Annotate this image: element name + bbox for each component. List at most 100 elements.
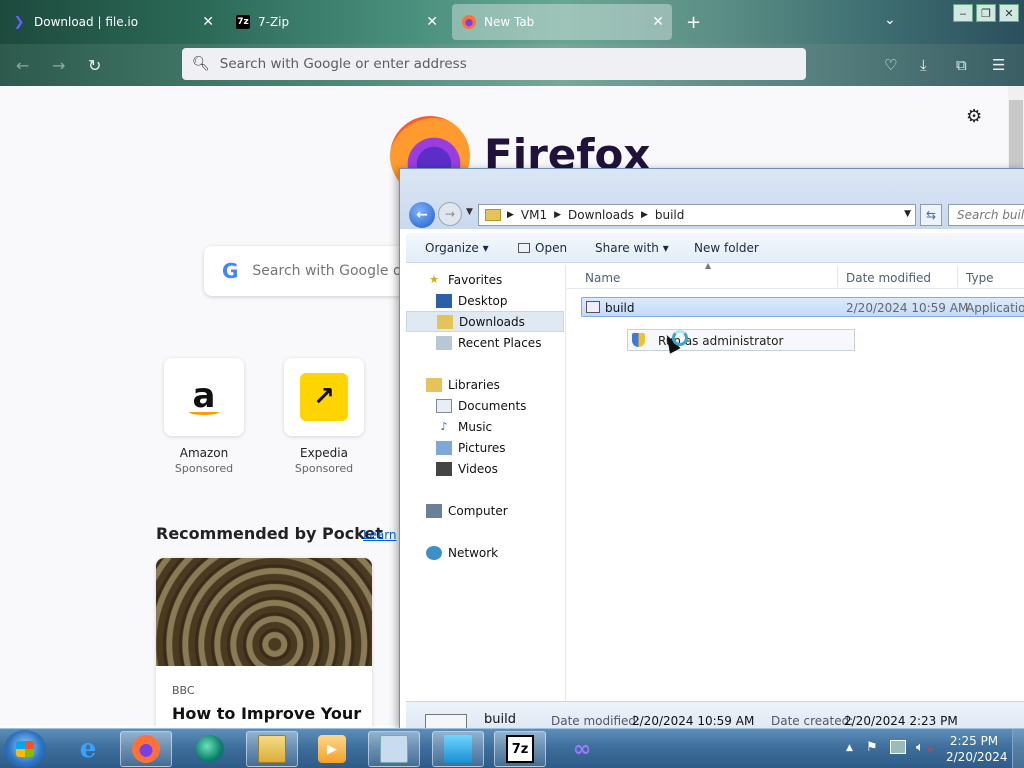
nav-label: Network — [448, 545, 499, 560]
nav-network[interactable]: Network — [406, 542, 564, 563]
hamburger-menu-icon[interactable]: ☰ — [992, 56, 1005, 74]
nav-computer[interactable]: Computer — [406, 500, 564, 521]
control-panel-icon — [380, 735, 408, 763]
firefox-icon — [132, 735, 160, 763]
breadcrumb-downloads[interactable]: Downloads — [568, 208, 634, 222]
nav-pictures[interactable]: Pictures — [406, 437, 564, 458]
show-desktop-button[interactable] — [1012, 729, 1024, 768]
shortcut-tile-amazon[interactable]: a Amazon Sponsored — [164, 358, 244, 475]
page-scrollbar-thumb[interactable] — [1009, 100, 1023, 170]
nav-documents[interactable]: Documents — [406, 395, 564, 416]
nav-videos[interactable]: Videos — [406, 458, 564, 479]
refresh-icon[interactable]: ⇆ — [920, 204, 942, 226]
breadcrumb-separator-icon[interactable]: ▶ — [554, 210, 561, 220]
details-pane: build Date modified: 2/20/2024 10:59 AM … — [406, 701, 1024, 730]
downloads-icon[interactable]: ⤓ — [920, 56, 927, 74]
taskbar-visual-studio[interactable]: ∞ — [556, 731, 608, 767]
7zip-icon: 7z — [236, 15, 250, 29]
nav-music[interactable]: ♪ Music — [406, 416, 564, 437]
story-thumbnail — [156, 558, 372, 666]
nav-label: Favorites — [448, 272, 503, 287]
column-type[interactable]: Type — [966, 271, 994, 285]
pocket-story-card[interactable]: BBC How to Improve Your — [156, 558, 372, 726]
details-created-value: 2/20/2024 2:23 PM — [844, 714, 958, 728]
taskbar-file-explorer[interactable] — [246, 731, 298, 767]
column-separator[interactable] — [837, 267, 838, 287]
address-dropdown-icon[interactable]: ▼ — [904, 209, 911, 219]
nav-desktop[interactable]: Desktop — [406, 290, 564, 311]
tab-file-io[interactable]: ❯ Download | file.io ✕ — [2, 4, 222, 40]
action-center-flag-icon[interactable]: ⚑ — [866, 740, 878, 755]
tab-7zip[interactable]: 7z 7-Zip ✕ — [226, 4, 446, 40]
tile-sponsored-label: Sponsored — [174, 462, 234, 475]
tab-new-tab[interactable]: New Tab ✕ — [452, 4, 672, 40]
organize-label: Organize — [425, 241, 479, 255]
window-close-button[interactable]: ✕ — [999, 4, 1019, 22]
breadcrumb-separator-icon[interactable]: ▶ — [641, 210, 648, 220]
address-bar[interactable]: ▶ VM1 ▶ Downloads ▶ build ▼ — [478, 204, 916, 226]
extensions-icon[interactable]: ⧉ — [956, 56, 967, 74]
edge-icon — [196, 735, 224, 763]
window-restore-button[interactable]: ❐ — [976, 4, 996, 22]
column-date-modified[interactable]: Date modified — [846, 271, 931, 285]
details-modified-value: 2/20/2024 10:59 AM — [632, 714, 755, 728]
start-button[interactable] — [4, 730, 46, 768]
recent-pages-chevron-icon[interactable]: ▼ — [466, 207, 473, 217]
forward-arrow-icon[interactable]: → — [438, 202, 462, 226]
list-all-tabs-chevron-icon[interactable]: ⌄ — [884, 12, 896, 28]
nav-label: Libraries — [448, 377, 500, 392]
pocket-icon[interactable]: ♡ — [884, 56, 897, 74]
reload-icon[interactable]: ↻ — [88, 56, 101, 75]
pocket-learn-more-link[interactable]: Learn — [363, 528, 397, 542]
7zip-icon: 7z — [506, 735, 534, 763]
recent-places-icon — [436, 335, 452, 350]
close-tab-icon[interactable]: ✕ — [426, 14, 438, 30]
new-tab-plus-icon[interactable]: + — [686, 12, 701, 33]
windows-taskbar: e ▶ 7z ∞ ▲ ⚑ 🔈︎ ✕ 2:25 PM 2/20/2024 — [0, 728, 1024, 768]
back-arrow-icon[interactable]: ← — [16, 56, 29, 75]
taskbar-window[interactable] — [432, 731, 484, 767]
google-icon: G — [222, 259, 239, 283]
taskbar-control-panel[interactable] — [368, 731, 420, 767]
close-tab-icon[interactable]: ✕ — [652, 14, 664, 30]
window-minimize-button[interactable]: ‒ — [953, 4, 973, 22]
show-hidden-icons-icon[interactable]: ▲ — [846, 743, 853, 753]
nav-favorites[interactable]: ★ Favorites — [406, 269, 564, 290]
nav-recent-places[interactable]: Recent Places — [406, 332, 564, 353]
firefox-icon — [462, 15, 476, 29]
nav-downloads[interactable]: Downloads — [406, 311, 564, 332]
taskbar-edge[interactable] — [184, 731, 236, 767]
url-bar-placeholder: Search with Google or enter address — [219, 56, 467, 72]
organize-button[interactable]: Organize ▾ — [425, 241, 489, 255]
open-button[interactable]: Open — [518, 241, 567, 255]
forward-arrow-icon[interactable]: → — [52, 56, 65, 75]
clock-date: 2/20/2024 — [946, 750, 1008, 764]
breadcrumb-separator-icon[interactable]: ▶ — [507, 210, 514, 220]
file-row[interactable]: build 2/20/2024 10:59 AM Application — [581, 297, 1024, 317]
network-tray-icon[interactable] — [890, 740, 906, 754]
nav-label: Recent Places — [458, 335, 542, 350]
volume-icon[interactable]: 🔈︎ — [916, 740, 924, 755]
muted-x-icon: ✕ — [926, 745, 935, 756]
visual-studio-icon: ∞ — [572, 736, 592, 762]
taskbar-media-player[interactable]: ▶ — [306, 731, 358, 767]
nav-libraries[interactable]: Libraries — [406, 374, 564, 395]
url-bar[interactable]: 🔍︎ Search with Google or enter address — [182, 48, 806, 80]
column-separator[interactable] — [957, 267, 958, 287]
taskbar-firefox[interactable] — [120, 731, 172, 767]
share-with-button[interactable]: Share with ▾ — [595, 241, 669, 255]
back-arrow-icon[interactable]: ← — [409, 202, 435, 228]
explorer-search-input[interactable]: Search build — [948, 204, 1024, 226]
taskbar-7zip[interactable]: 7z — [494, 731, 546, 767]
taskbar-internet-explorer[interactable]: e — [62, 731, 114, 767]
new-folder-button[interactable]: New folder — [694, 241, 759, 255]
system-clock[interactable]: 2:25 PM 2/20/2024 — [946, 733, 1008, 765]
close-tab-icon[interactable]: ✕ — [202, 14, 214, 30]
breadcrumb-vm1[interactable]: VM1 — [521, 208, 547, 222]
file-list: ▲ Name Date modified Type build 2/20/202… — [567, 261, 1024, 701]
breadcrumb-build[interactable]: build — [655, 208, 685, 222]
context-menu-run-as-administrator[interactable]: Run as administrator — [627, 329, 855, 351]
column-name[interactable]: Name — [585, 271, 620, 285]
gear-icon[interactable]: ⚙ — [966, 106, 982, 127]
shortcut-tile-expedia[interactable]: ↗ Expedia Sponsored — [284, 358, 364, 475]
